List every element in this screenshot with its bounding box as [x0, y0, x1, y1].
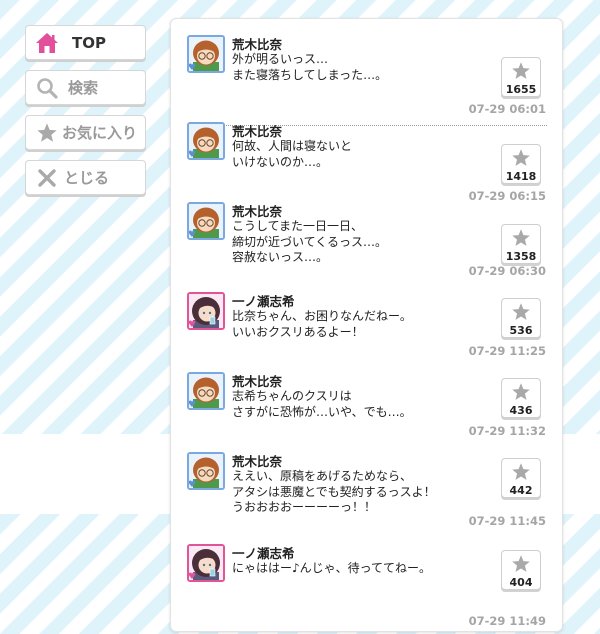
favorite-button[interactable]: 1418	[501, 144, 541, 184]
favorite-count: 1358	[505, 250, 537, 263]
menu-top-label: TOP	[72, 33, 106, 52]
hina-avatar[interactable]: ♥	[187, 202, 225, 240]
menu-search-label: 検索	[68, 79, 99, 97]
shiki-avatar[interactable]: ♥	[187, 292, 225, 330]
close-icon	[34, 165, 60, 191]
hina-avatar[interactable]: ♥	[187, 35, 225, 73]
post-time: 07-29 11:49	[468, 614, 546, 628]
favorite-button[interactable]: 442	[501, 458, 541, 498]
post-text: 外が明るいっス… また寝落ちしてしまった…。	[232, 52, 388, 82]
menu-close-label: とじる	[64, 169, 110, 187]
favorite-button[interactable]: 436	[501, 378, 541, 418]
hina-avatar[interactable]: ♥	[187, 452, 225, 490]
star-icon	[502, 148, 540, 172]
post-text: 志希ちゃんのクスリは さすがに恐怖が…いや、でも…。	[232, 389, 412, 419]
star-icon	[502, 61, 540, 85]
timeline-panel: ♥ 荒木比奈 外が明るいっス… また寝落ちしてしまった…。 1655 07-29…	[170, 18, 563, 632]
menu-close-button[interactable]: とじる	[25, 160, 146, 195]
favorite-button[interactable]: 404	[501, 550, 541, 590]
favorite-button[interactable]: 536	[501, 298, 541, 338]
favorite-count: 536	[509, 324, 533, 337]
post-time: 07-29 11:32	[468, 424, 546, 438]
post-author: 荒木比奈	[232, 374, 283, 389]
star-icon	[502, 382, 540, 406]
post-time: 07-29 11:45	[468, 514, 546, 528]
post-text: こうしてまた一日一日、 締切が近づいてくるっス…。 容赦ないっス…。	[232, 219, 388, 264]
menu-favorites-button[interactable]: お気に入り	[25, 115, 146, 150]
post-time: 07-29 11:25	[468, 344, 546, 358]
post-author: 荒木比奈	[232, 37, 283, 52]
post-author: 荒木比奈	[232, 204, 283, 219]
home-icon	[34, 30, 60, 56]
shiki-avatar[interactable]: ♥	[187, 544, 225, 582]
menu-top-button[interactable]: TOP	[25, 25, 146, 60]
post-author: 一ノ瀬志希	[232, 294, 295, 309]
post-text: ええい、原稿をあげるためなら、 アタシは悪魔とでも契約するっスよ！ うおおおおー…	[232, 469, 436, 514]
hina-avatar[interactable]: ♥	[187, 122, 225, 160]
hina-avatar[interactable]: ♥	[187, 372, 225, 410]
post-text: 比奈ちゃん、お困りなんだねー。 いいおクスリあるよー！	[232, 309, 412, 339]
post-author: 一ノ瀬志希	[232, 546, 295, 561]
star-icon	[502, 228, 540, 252]
post-author: 荒木比奈	[232, 454, 283, 469]
star-icon	[502, 554, 540, 578]
star-icon	[34, 120, 60, 146]
post-time: 07-29 06:01	[468, 102, 546, 116]
post-time: 07-29 06:30	[468, 264, 546, 278]
star-icon	[502, 302, 540, 326]
favorite-button[interactable]: 1655	[501, 57, 541, 97]
menu-search-button[interactable]: 検索	[25, 70, 146, 105]
favorite-count: 404	[509, 576, 533, 589]
favorite-count: 436	[509, 404, 533, 417]
star-icon	[502, 462, 540, 486]
post-time: 07-29 06:15	[468, 189, 546, 203]
post-text: にゃははー♪んじゃ、待っててねー。	[232, 561, 431, 575]
menu-favorites-label: お気に入り	[62, 124, 138, 142]
favorite-count: 1418	[505, 170, 537, 183]
post-author: 荒木比奈	[232, 124, 283, 139]
search-icon	[34, 75, 60, 101]
post-text: 何故、人間は寝ないと いけないのか…。	[232, 139, 353, 169]
favorite-count: 1655	[505, 83, 537, 96]
favorite-count: 442	[509, 484, 533, 497]
favorite-button[interactable]: 1358	[501, 224, 541, 264]
